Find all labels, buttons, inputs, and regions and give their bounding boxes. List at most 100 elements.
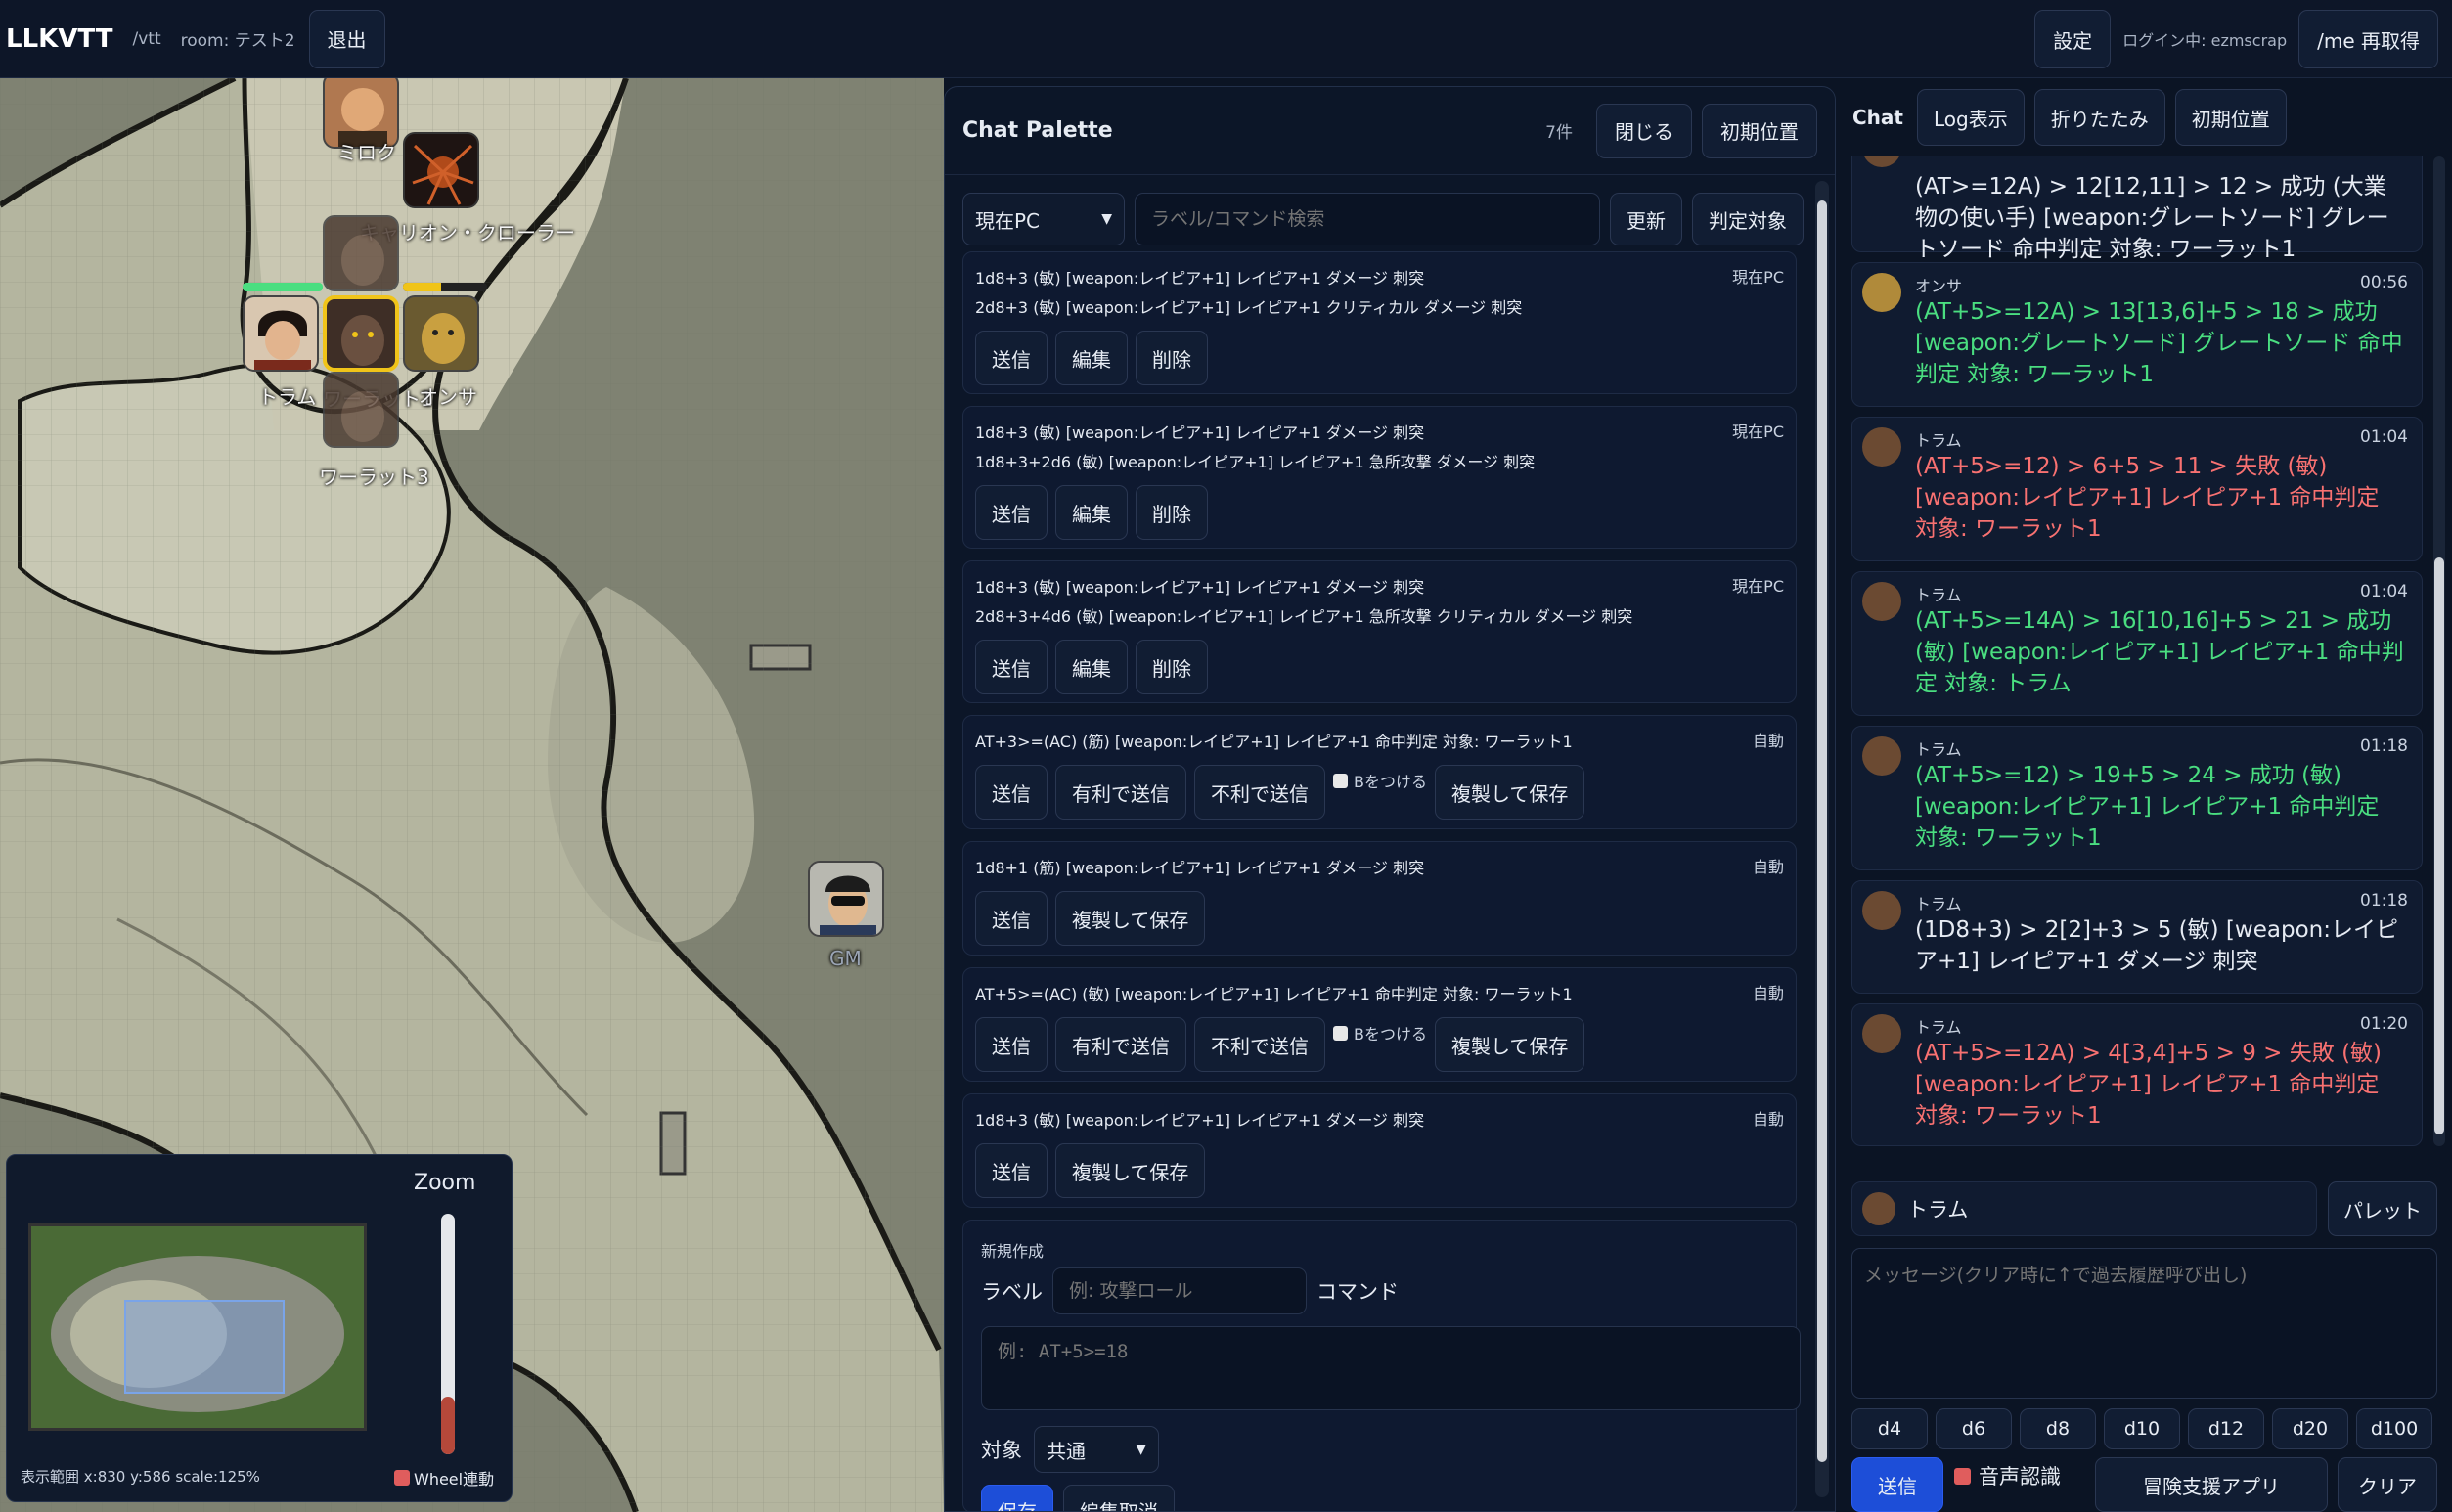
send-button[interactable]: 送信 (975, 891, 1048, 946)
palette-reset-position-button[interactable]: 初期位置 (1702, 103, 1817, 158)
advantage-send-button[interactable]: 有利で送信 (1055, 765, 1186, 820)
minimap-view[interactable] (28, 1223, 367, 1431)
chat-message-time: 01:04 (2360, 582, 2408, 601)
send-button[interactable]: 送信 (975, 331, 1048, 385)
chat-message-author: トラム (1915, 1018, 1962, 1037)
zoom-slider[interactable] (441, 1214, 455, 1454)
chat-message-text: (AT+5>=12) > 6+5 > 11 > 失敗 (敏) [weapon:レ… (1915, 454, 2380, 542)
send-button[interactable]: 送信 (975, 640, 1048, 694)
dice-d20-button[interactable]: d20 (2272, 1408, 2348, 1449)
pc-select[interactable]: 現在PC ▼ (962, 193, 1125, 245)
chat-message-text: (AT>=12A) > 12[12,11] > 12 > 成功 (大業物の使い手… (1915, 174, 2389, 262)
token-label: ミロク (337, 141, 396, 164)
me-refresh-button[interactable]: /me 再取得 (2298, 10, 2438, 68)
token-gm[interactable] (808, 861, 884, 937)
settings-button[interactable]: 設定 (2034, 10, 2112, 68)
palette-open-button[interactable]: パレット (2328, 1181, 2437, 1236)
palette-search-row: 現在PC ▼ 更新 判定対象 (945, 175, 1835, 245)
palette-title: Chat Palette (962, 118, 1113, 143)
chat-scrollbar[interactable] (2433, 156, 2445, 1146)
b-toggle[interactable]: Bをつける (1333, 1021, 1427, 1045)
disadvantage-send-button[interactable]: 不利で送信 (1194, 765, 1325, 820)
chat-scroll-thumb[interactable] (2434, 557, 2444, 1134)
duplicate-save-button[interactable]: 複製して保存 (1434, 765, 1585, 820)
label-input[interactable] (1052, 1267, 1307, 1314)
duplicate-save-button[interactable]: 複製して保存 (1434, 1017, 1585, 1072)
judge-target-button[interactable]: 判定対象 (1692, 193, 1804, 245)
token-wererat-1[interactable] (323, 295, 399, 372)
dice-d6-button[interactable]: d6 (1936, 1408, 2012, 1449)
edit-button[interactable]: 編集 (1055, 640, 1128, 694)
message-input[interactable] (1851, 1248, 2437, 1399)
token-onsa[interactable] (403, 295, 479, 372)
token-wererat-2[interactable] (323, 215, 399, 291)
hp-bar-onsa (403, 283, 487, 291)
send-button[interactable]: 送信 (975, 1143, 1048, 1198)
logout-button[interactable]: 退出 (308, 9, 385, 68)
palette-item-command: 1d8+3 (敏) [weapon:レイピア+1] レイピア+1 ダメージ 刺突 (975, 578, 1425, 597)
tab-chat[interactable]: Chat (1849, 106, 1907, 129)
palette-scroll-thumb[interactable] (1817, 200, 1827, 1462)
chat-message-author: トラム (1915, 586, 1962, 604)
palette-item: AT+3>=(AC) (筋) [weapon:レイピア+1] レイピア+1 命中… (962, 715, 1797, 829)
token-wererat-3[interactable] (323, 372, 399, 448)
tab-log[interactable]: Log表示 (1916, 89, 2025, 146)
b-toggle[interactable]: Bをつける (1333, 769, 1427, 792)
clear-button[interactable]: クリア (2338, 1457, 2437, 1512)
chevron-down-icon: ▼ (1136, 1442, 1146, 1457)
checkbox-icon[interactable] (1333, 1025, 1348, 1041)
collapse-button[interactable]: 折りたたみ (2033, 89, 2165, 146)
target-select[interactable]: 共通 ▼ (1034, 1426, 1159, 1473)
wererat-portrait-icon (341, 315, 384, 366)
cancel-edit-button[interactable]: 編集取消 (1063, 1485, 1175, 1511)
send-message-button[interactable]: 送信 (1851, 1457, 1943, 1512)
chat-log: (AT>=12A) > 12[12,11] > 12 > 成功 (大業物の使い手… (1839, 156, 2452, 1146)
token-label: ワーラット3 (319, 466, 429, 489)
palette-refresh-button[interactable]: 更新 (1610, 193, 1682, 245)
delete-button[interactable]: 削除 (1136, 640, 1208, 694)
speaker-name: トラム (1907, 1198, 1969, 1222)
hp-bar-tram (243, 283, 323, 291)
send-button[interactable]: 送信 (975, 765, 1048, 820)
token-tram[interactable] (243, 295, 319, 372)
dice-d10-button[interactable]: d10 (2104, 1408, 2180, 1449)
checkbox-icon[interactable] (1954, 1467, 1971, 1485)
token-label: GM (829, 947, 862, 970)
dice-d8-button[interactable]: d8 (2020, 1408, 2096, 1449)
palette-item-tag: 自動 (1752, 1110, 1784, 1129)
wheel-link-toggle[interactable]: Wheel連動 (394, 1466, 494, 1490)
chat-message: トラム 01:18 (AT+5>=12) > 19+5 > 24 > 成功 (敏… (1851, 726, 2423, 870)
top-bar-right: 設定 ログイン中: ezmscrap /me 再取得 (2021, 10, 2438, 68)
palette-count: 7件 (1545, 123, 1573, 143)
speaker-select[interactable]: トラム (1851, 1181, 2317, 1236)
palette-item-tag: 自動 (1752, 858, 1784, 876)
adventure-app-button[interactable]: 冒険支援アプリ (2095, 1457, 2328, 1512)
path-label: /vtt (132, 28, 161, 49)
palette-item-command: 1d8+3 (敏) [weapon:レイピア+1] レイピア+1 ダメージ 刺突 (975, 1111, 1425, 1130)
edit-button[interactable]: 編集 (1055, 485, 1128, 540)
checkbox-icon[interactable] (394, 1470, 410, 1486)
b-toggle-label: Bをつける (1354, 1025, 1427, 1044)
save-button[interactable]: 保存 (981, 1485, 1053, 1511)
duplicate-save-button[interactable]: 複製して保存 (1055, 891, 1206, 946)
advantage-send-button[interactable]: 有利で送信 (1055, 1017, 1186, 1072)
dice-d12-button[interactable]: d12 (2188, 1408, 2264, 1449)
duplicate-save-button[interactable]: 複製して保存 (1055, 1143, 1206, 1198)
palette-search-input[interactable] (1135, 193, 1600, 245)
disadvantage-send-button[interactable]: 不利で送信 (1194, 1017, 1325, 1072)
send-button[interactable]: 送信 (975, 1017, 1048, 1072)
palette-close-button[interactable]: 閉じる (1596, 103, 1692, 158)
command-input[interactable] (981, 1326, 1801, 1410)
delete-button[interactable]: 削除 (1136, 331, 1208, 385)
token-carrion-crawler[interactable] (403, 132, 479, 208)
delete-button[interactable]: 削除 (1136, 485, 1208, 540)
edit-button[interactable]: 編集 (1055, 331, 1128, 385)
voice-recognition-toggle[interactable]: 音声認識 (1954, 1461, 2061, 1490)
send-button[interactable]: 送信 (975, 485, 1048, 540)
checkbox-icon[interactable] (1333, 773, 1348, 788)
chat-reset-position-button[interactable]: 初期位置 (2174, 89, 2287, 146)
palette-scrollbar[interactable] (1815, 181, 1829, 1497)
dice-d100-button[interactable]: d100 (2356, 1408, 2432, 1449)
dice-d4-button[interactable]: d4 (1851, 1408, 1928, 1449)
palette-item-command: AT+3>=(AC) (筋) [weapon:レイピア+1] レイピア+1 命中… (975, 733, 1573, 751)
